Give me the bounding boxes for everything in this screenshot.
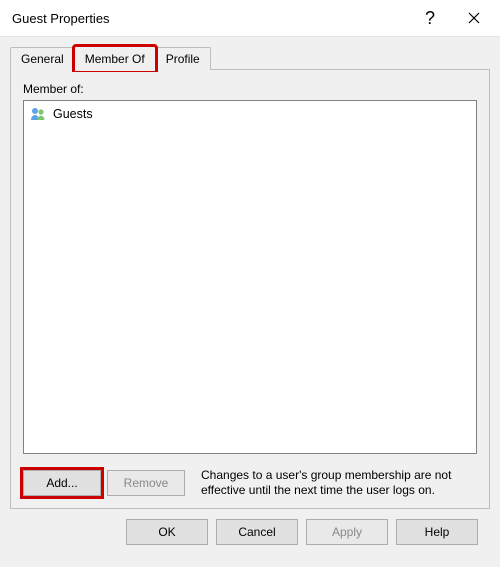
member-of-label: Member of:	[23, 82, 477, 96]
apply-button: Apply	[306, 519, 388, 545]
tab-general[interactable]: General	[10, 47, 75, 70]
window-title: Guest Properties	[12, 11, 408, 26]
remove-button: Remove	[107, 470, 185, 496]
titlebar: Guest Properties ?	[0, 0, 500, 36]
tab-strip: General Member Of Profile	[10, 45, 490, 69]
list-item[interactable]: Guests	[27, 104, 473, 124]
dialog-window: Guest Properties ? General Member Of Pro…	[0, 0, 500, 567]
dialog-body: General Member Of Profile Member of:	[0, 36, 500, 567]
help-button[interactable]: Help	[396, 519, 478, 545]
list-item-label: Guests	[53, 107, 93, 121]
membership-listbox[interactable]: Guests	[23, 100, 477, 454]
tab-panel-member-of: Member of: Guests Add...	[10, 69, 490, 509]
dialog-footer: OK Cancel Apply Help	[10, 509, 490, 557]
group-icon	[29, 105, 47, 123]
ok-button[interactable]: OK	[126, 519, 208, 545]
close-icon[interactable]	[452, 3, 496, 33]
membership-hint: Changes to a user's group membership are…	[191, 468, 477, 498]
tab-profile[interactable]: Profile	[155, 47, 211, 70]
tab-member-of[interactable]: Member Of	[74, 46, 156, 70]
cancel-button[interactable]: Cancel	[216, 519, 298, 545]
panel-button-row: Add... Remove Changes to a user's group …	[23, 468, 477, 498]
help-icon[interactable]: ?	[408, 3, 452, 33]
add-button[interactable]: Add...	[23, 470, 101, 496]
